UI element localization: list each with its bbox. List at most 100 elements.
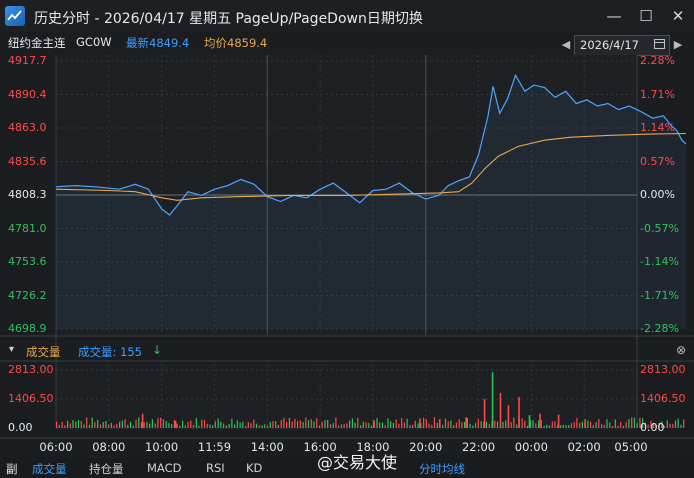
volume-spike-bar — [419, 418, 421, 428]
volume-bar — [450, 420, 452, 428]
volume-bar — [516, 424, 518, 428]
volume-bar — [488, 423, 490, 428]
volume-bar — [288, 418, 290, 428]
volume-bar — [606, 419, 608, 428]
volume-bar — [477, 418, 479, 428]
volume-bar — [455, 422, 457, 428]
volume-bar — [151, 419, 153, 428]
volume-bar — [69, 423, 71, 428]
volume-bar — [236, 420, 238, 428]
collapse-icon[interactable]: ▾ — [9, 344, 14, 355]
volume-bar — [431, 424, 433, 428]
volume-bar — [384, 424, 386, 428]
volume-bar — [395, 419, 397, 428]
volume-bar — [113, 425, 115, 428]
volume-bar — [102, 422, 104, 428]
volume-bar — [121, 420, 123, 428]
volume-bar — [628, 419, 630, 428]
side-tab[interactable]: 副 — [6, 461, 18, 477]
tab-macd[interactable]: MACD — [147, 461, 181, 475]
volume-bar — [275, 421, 277, 428]
tab-time-average[interactable]: 分时均线 — [419, 461, 465, 477]
volume-bar — [485, 421, 488, 428]
volume-bar — [573, 421, 575, 428]
volume-bar — [294, 418, 296, 428]
volume-bar — [475, 422, 477, 428]
price-axis-label: 4863.0 — [8, 121, 47, 134]
volume-bar — [239, 422, 241, 428]
volume-bar — [406, 418, 408, 428]
volume-bar — [576, 418, 578, 428]
volume-bar — [340, 424, 342, 428]
volume-bar — [535, 423, 537, 428]
tab-rsi[interactable]: RSI — [206, 461, 225, 475]
percent-axis-label: 1.71% — [640, 87, 675, 101]
volume-bar — [513, 417, 515, 428]
percent-axis-label: 0.00% — [640, 188, 675, 201]
volume-bar — [179, 425, 181, 428]
volume-spike-bar — [507, 405, 510, 428]
volume-bar — [625, 422, 627, 428]
volume-bar — [165, 421, 167, 428]
tab-kd[interactable]: KD — [246, 461, 262, 475]
volume-bar — [327, 419, 329, 428]
volume-bar — [570, 423, 572, 428]
volume-spike-bar — [528, 415, 531, 428]
price-axis-label: 4726.2 — [8, 288, 47, 302]
time-axis-label: 11:59 — [197, 440, 232, 454]
volume-spike-bar — [491, 372, 494, 428]
volume-bar — [494, 420, 496, 428]
price-axis-label: 4835.6 — [8, 154, 47, 168]
volume-bar — [149, 423, 151, 428]
volume-close-icon[interactable]: ⊗ — [676, 343, 686, 357]
volume-header: ▾ 成交量 成交量: 155 ↓ ⊗ — [0, 341, 694, 361]
volume-bar — [633, 417, 635, 428]
volume-bar — [88, 424, 91, 428]
volume-bar — [187, 421, 189, 428]
time-axis-label: 14:00 — [250, 440, 284, 454]
time-axis-label: 20:00 — [409, 440, 443, 454]
volume-spike-bar — [438, 419, 441, 428]
volume-bar — [617, 425, 619, 428]
volume-bar — [496, 421, 499, 428]
volume-bar — [217, 418, 219, 428]
volume-spike-bar — [465, 417, 467, 428]
volume-axis-label: 2813.00 — [8, 363, 54, 376]
volume-bar — [195, 417, 197, 428]
volume-bar — [86, 417, 88, 428]
volume-bar — [80, 421, 82, 428]
volume-bar — [390, 421, 392, 428]
volume-bar — [201, 419, 203, 428]
volume-bar — [335, 417, 337, 428]
volume-bar — [258, 425, 260, 428]
volume-spike-bar — [518, 397, 520, 428]
volume-bar — [592, 425, 594, 428]
volume-bar — [192, 424, 195, 428]
volume-bar — [277, 424, 279, 428]
volume-bar — [94, 422, 96, 428]
percent-axis-label: 2.28% — [640, 54, 675, 67]
volume-axis-label-right: 0.00 — [640, 421, 665, 434]
volume-bar — [261, 425, 263, 428]
volume-bar — [329, 424, 332, 428]
volume-bar — [683, 419, 685, 428]
volume-bar — [458, 419, 460, 428]
volume-bar — [225, 425, 227, 428]
volume-bar — [190, 420, 192, 428]
volume-bar — [250, 423, 252, 428]
volume-bar — [138, 417, 140, 428]
volume-bar — [127, 424, 129, 428]
volume-axis-label: 1406.50 — [8, 392, 54, 405]
tab-open-interest[interactable]: 持仓量 — [89, 461, 124, 477]
volume-bar — [442, 424, 444, 428]
volume-bar — [568, 425, 570, 428]
volume-bar — [677, 418, 679, 428]
volume-bar — [581, 421, 583, 428]
tab-volume[interactable]: 成交量 — [32, 461, 67, 477]
volume-bar — [302, 422, 304, 428]
volume-bar — [61, 422, 63, 428]
volume-bar — [283, 417, 285, 428]
volume-bar — [291, 421, 293, 428]
volume-title: 成交量 — [26, 345, 61, 359]
volume-bar — [559, 425, 562, 428]
